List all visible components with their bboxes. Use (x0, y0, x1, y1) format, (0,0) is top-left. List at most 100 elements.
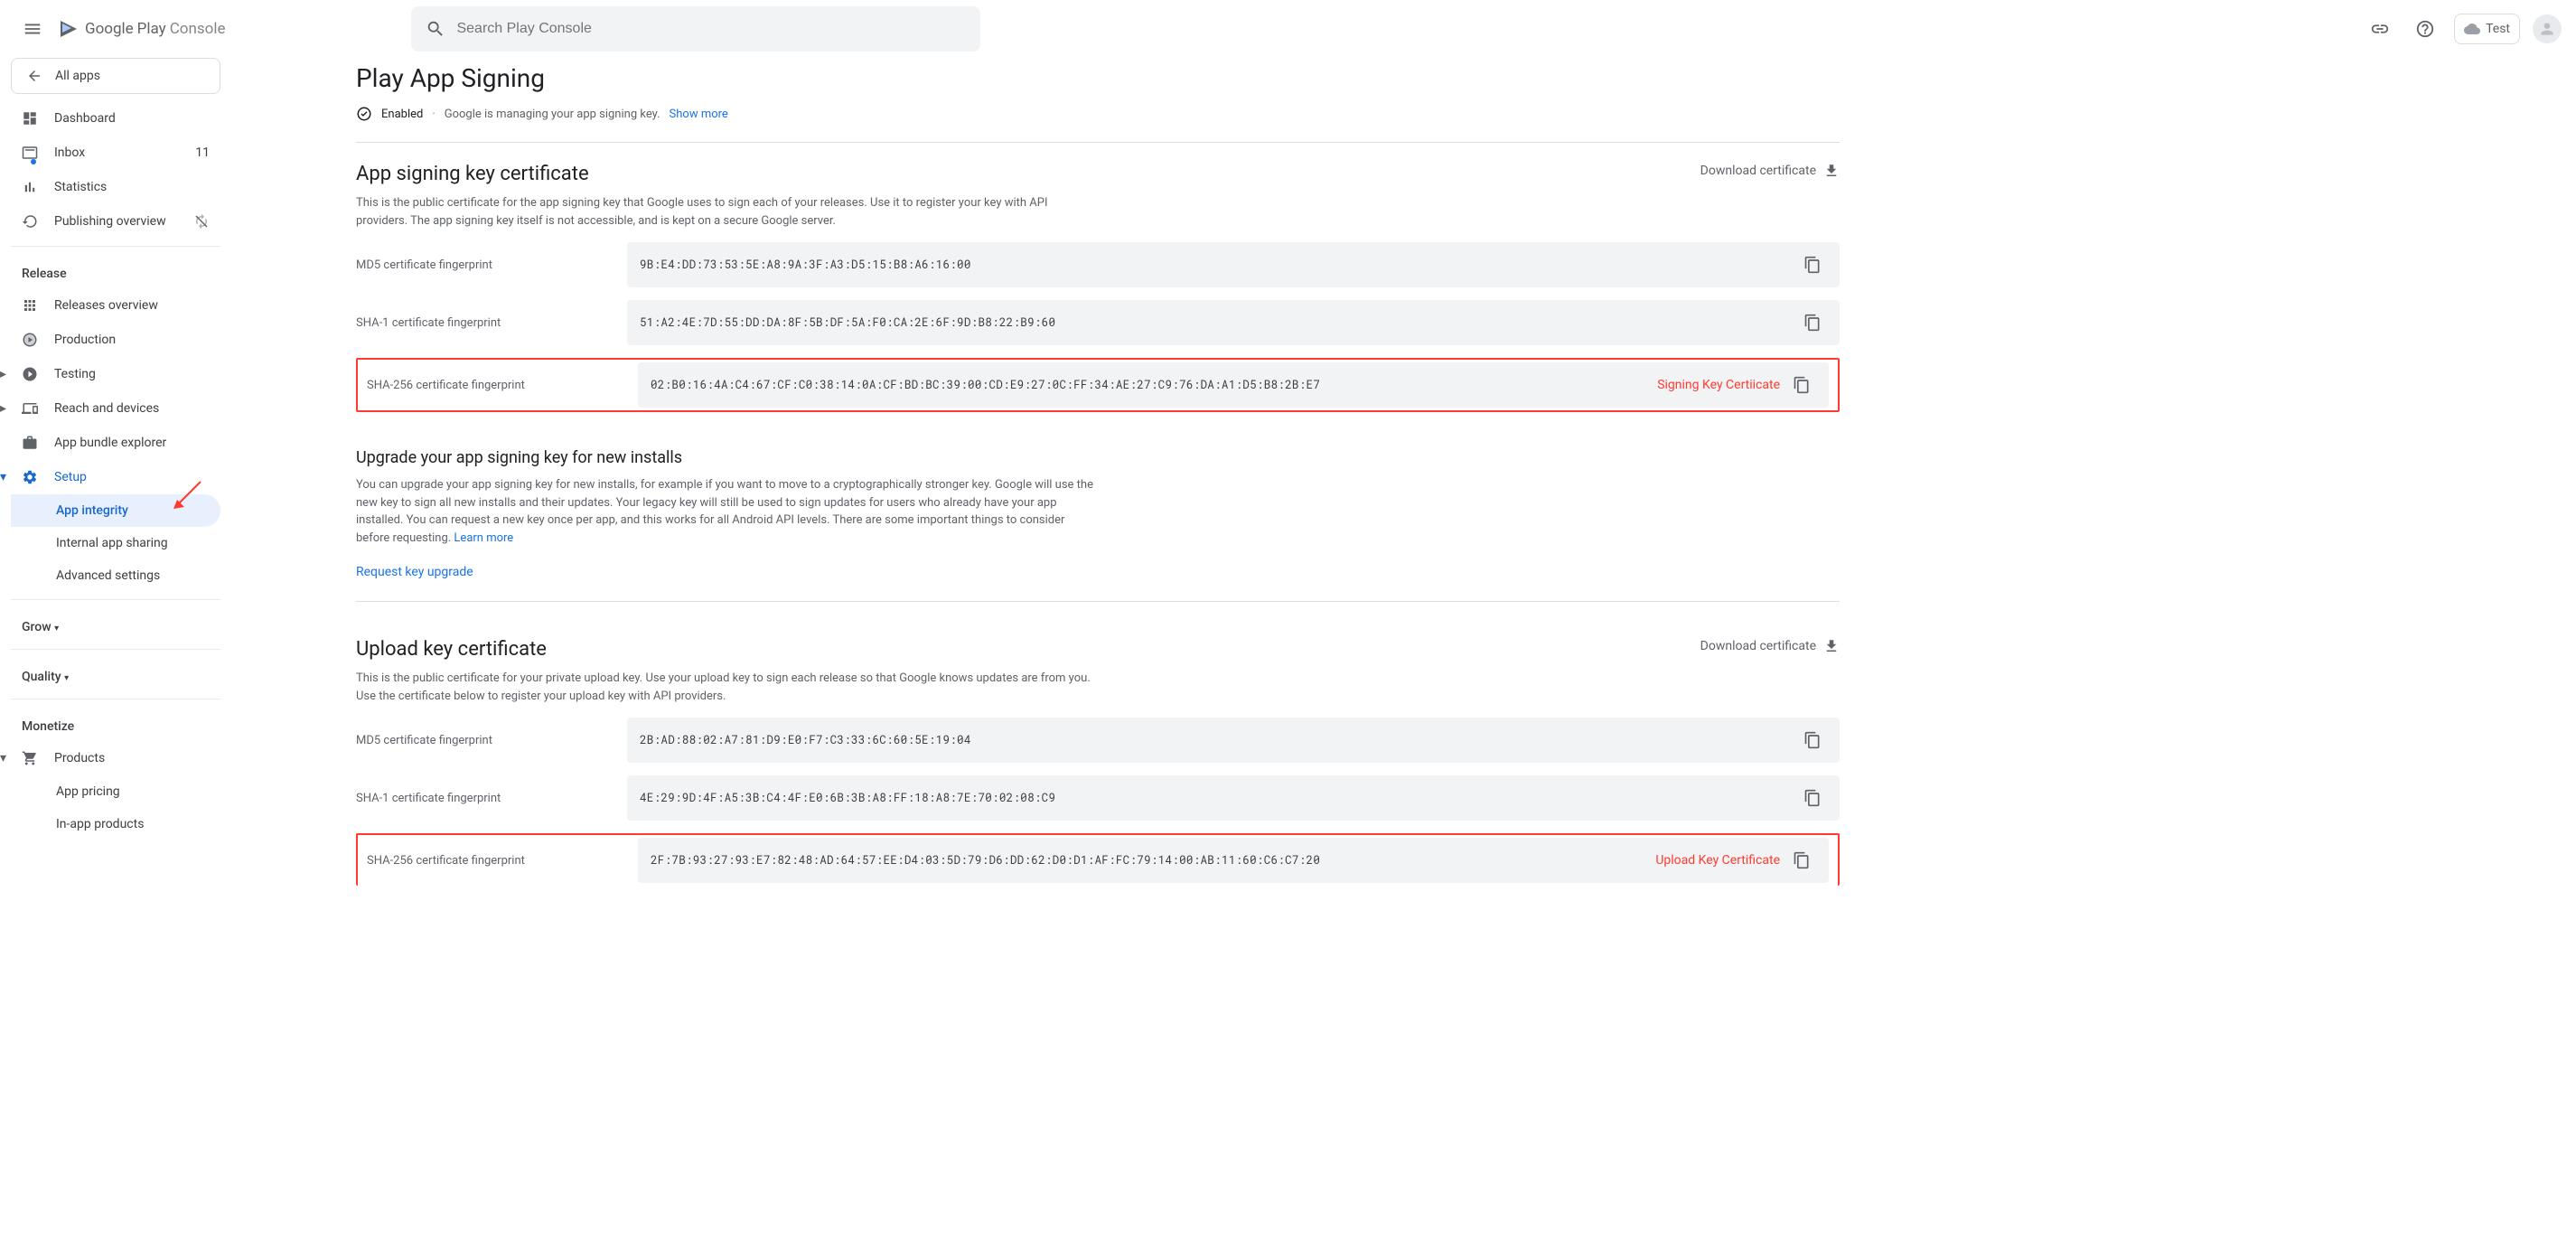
copy-icon (1803, 731, 1822, 749)
copy-upload-md5-button[interactable] (1798, 731, 1827, 749)
sidebar-item-reach-devices[interactable]: ▸ Reach and devices (11, 391, 220, 426)
inbox-label: Inbox (54, 145, 85, 160)
sidebar-item-publishing[interactable]: Publishing overview (11, 204, 220, 239)
sidebar-item-app-integrity[interactable]: App integrity (11, 494, 220, 527)
copy-icon (1793, 851, 1811, 869)
download-cert-label: Download certificate (1700, 164, 1816, 178)
download-signing-cert[interactable]: Download certificate (1700, 163, 1840, 179)
learn-more-link[interactable]: Learn more (454, 531, 513, 545)
managed-off-icon (193, 213, 210, 230)
advanced-settings-label: Advanced settings (56, 568, 160, 583)
request-upgrade-link[interactable]: Request key upgrade (356, 565, 473, 579)
gear-icon (22, 469, 38, 485)
menu-button[interactable] (14, 11, 51, 47)
quality-header[interactable]: Quality ▾ (11, 657, 220, 691)
md5-value-wrap: 9B:E4:DD:73:53:5E:A8:9A:3F:A3:D5:15:B8:A… (627, 242, 1840, 287)
upload-sha1-value-wrap: 4E:29:9D:4F:A5:3B:C4:4F:E0:6B:3B:A8:FF:1… (627, 775, 1840, 821)
status-row: Enabled · Google is managing your app si… (356, 106, 1840, 143)
in-app-products-label: In-app products (56, 817, 144, 831)
bundle-icon (22, 435, 38, 451)
sidebar-item-products[interactable]: ▾ Products (11, 741, 220, 775)
copy-icon (1803, 314, 1822, 332)
sidebar-item-app-pricing[interactable]: App pricing (11, 775, 220, 808)
testing-label: Testing (54, 367, 96, 381)
sidebar-item-app-bundle[interactable]: App bundle explorer (11, 426, 220, 460)
top-bar: Google Play Console Test (0, 0, 2576, 58)
copy-sha256-button[interactable] (1787, 376, 1816, 394)
signing-md5-row: MD5 certificate fingerprint 9B:E4:DD:73:… (356, 242, 1840, 287)
download-cert-label: Download certificate (1700, 639, 1816, 653)
app-switcher[interactable]: Test (2454, 14, 2520, 44)
link-button[interactable] (2364, 13, 2396, 45)
chevron-right-icon: ▸ (0, 367, 6, 381)
help-icon (2415, 19, 2435, 39)
cloud-icon (2464, 21, 2480, 37)
sidebar-item-testing[interactable]: ▸ Testing (11, 357, 220, 391)
testing-icon (22, 366, 38, 382)
copy-icon (1793, 376, 1811, 394)
sha1-label: SHA-1 certificate fingerprint (356, 316, 627, 330)
sidebar-item-inbox[interactable]: Inbox 11 (11, 136, 220, 170)
hamburger-icon (23, 19, 42, 39)
all-apps-button[interactable]: All apps (11, 58, 220, 94)
production-label: Production (54, 333, 116, 347)
sidebar-item-production[interactable]: Production (11, 323, 220, 357)
signing-sha256-row: SHA-256 certificate fingerprint 02:B0:16… (358, 360, 1838, 410)
setup-label: Setup (54, 470, 87, 484)
copy-icon (1803, 256, 1822, 274)
copy-upload-sha256-button[interactable] (1787, 851, 1816, 869)
inbox-icon (22, 145, 38, 161)
user-avatar[interactable] (2533, 14, 2562, 43)
copy-md5-button[interactable] (1798, 256, 1827, 274)
upgrade-title: Upgrade your app signing key for new ins… (356, 448, 1840, 467)
download-icon (1823, 163, 1840, 179)
sidebar-item-in-app-products[interactable]: In-app products (11, 808, 220, 840)
upload-sha1-value: 4E:29:9D:4F:A5:3B:C4:4F:E0:6B:3B:A8:FF:1… (640, 791, 1798, 805)
upload-md5-value-wrap: 2B:AD:88:02:A7:81:D9:E0:F7:C3:33:6C:60:5… (627, 718, 1840, 763)
sha1-value: 51:A2:4E:7D:55:DD:DA:8F:5B:DF:5A:F0:CA:2… (640, 315, 1798, 330)
sidebar: All apps Dashboard Inbox 11 Statistics P… (0, 58, 231, 922)
show-more-link[interactable]: Show more (670, 108, 728, 121)
app-name: Test (2486, 22, 2510, 36)
search-input[interactable] (456, 21, 966, 37)
separator: · (432, 108, 435, 121)
check-icon (356, 106, 372, 122)
dashboard-icon (22, 110, 38, 127)
link-icon (2370, 19, 2390, 39)
grow-header[interactable]: Grow ▾ (11, 607, 220, 642)
signing-desc: This is the public certificate for the a… (356, 194, 1097, 230)
sidebar-item-setup[interactable]: ▾ Setup (11, 460, 220, 494)
upgrade-desc: You can upgrade your app signing key for… (356, 476, 1097, 547)
page-title: Play App Signing (356, 63, 1840, 93)
help-button[interactable] (2409, 13, 2441, 45)
production-icon (22, 332, 38, 348)
publishing-icon (22, 213, 38, 230)
sidebar-item-advanced-settings[interactable]: Advanced settings (11, 559, 220, 592)
reach-devices-label: Reach and devices (54, 401, 159, 416)
upload-sha1-row: SHA-1 certificate fingerprint 4E:29:9D:4… (356, 775, 1840, 821)
statistics-icon (22, 179, 38, 195)
sha1-value-wrap: 51:A2:4E:7D:55:DD:DA:8F:5B:DF:5A:F0:CA:2… (627, 300, 1840, 345)
sidebar-item-internal-sharing[interactable]: Internal app sharing (11, 527, 220, 559)
sidebar-item-statistics[interactable]: Statistics (11, 170, 220, 204)
upload-sha1-label: SHA-1 certificate fingerprint (356, 792, 627, 805)
upload-sha256-highlight: SHA-256 certificate fingerprint 2F:7B:93… (356, 833, 1840, 886)
logo[interactable]: Google Play Console (58, 18, 225, 40)
sidebar-item-releases-overview[interactable]: Releases overview (11, 288, 220, 323)
download-upload-cert[interactable]: Download certificate (1700, 638, 1840, 654)
signing-sha256-highlight: SHA-256 certificate fingerprint 02:B0:16… (356, 358, 1840, 412)
status-desc: Google is managing your app signing key. (445, 108, 660, 121)
dashboard-label: Dashboard (54, 111, 116, 126)
upload-md5-row: MD5 certificate fingerprint 2B:AD:88:02:… (356, 718, 1840, 763)
person-icon (2538, 20, 2556, 38)
signing-annotation: Signing Key Certiicate (1657, 378, 1780, 392)
sidebar-item-dashboard[interactable]: Dashboard (11, 101, 220, 136)
app-pricing-label: App pricing (56, 784, 120, 799)
search-bar[interactable] (411, 6, 980, 52)
copy-upload-sha1-button[interactable] (1798, 789, 1827, 807)
upload-sha256-value-wrap: 2F:7B:93:27:93:E7:82:48:AD:64:57:EE:D4:0… (638, 838, 1829, 883)
upload-md5-value: 2B:AD:88:02:A7:81:D9:E0:F7:C3:33:6C:60:5… (640, 733, 1798, 747)
copy-sha1-button[interactable] (1798, 314, 1827, 332)
signing-title: App signing key certificate (356, 163, 589, 185)
devices-icon (22, 400, 38, 417)
